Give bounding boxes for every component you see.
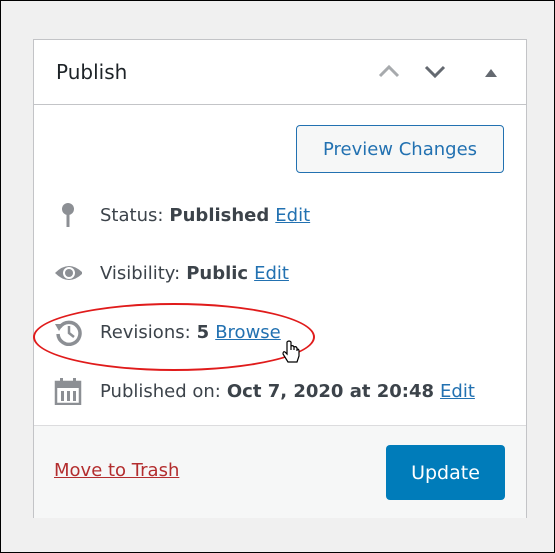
edit-visibility-link[interactable]: Edit [254, 263, 289, 284]
toggle-panel-button[interactable] [477, 58, 505, 86]
preview-changes-button[interactable]: Preview Changes [296, 125, 504, 173]
edit-date-link[interactable]: Edit [440, 381, 475, 402]
status-label: Status: [100, 204, 164, 226]
update-button[interactable]: Update [386, 445, 505, 500]
move-up-button[interactable] [375, 58, 403, 86]
published-on-label: Published on: [100, 380, 221, 402]
publish-metabox: Publish Preview Changes Status: Publishe… [33, 39, 527, 518]
move-to-trash-link[interactable]: Move to Trash [54, 460, 179, 481]
metabox-title: Publish [56, 60, 128, 84]
metabox-footer: Move to Trash Update [34, 425, 526, 518]
visibility-row: Visibility: Public Edit [54, 258, 289, 288]
chevron-down-icon [424, 65, 446, 79]
status-row: Status: Published Edit [54, 200, 310, 230]
move-down-button[interactable] [421, 58, 449, 86]
hand-cursor-icon [282, 340, 300, 363]
visibility-value: Public [186, 262, 249, 284]
annotation-ellipse [33, 303, 315, 371]
published-on-value: Oct 7, 2020 at 20:48 [226, 380, 435, 402]
status-value: Published [169, 204, 270, 226]
edit-status-link[interactable]: Edit [275, 205, 310, 226]
triangle-up-icon [485, 69, 497, 77]
calendar-icon [54, 377, 82, 405]
published-on-row: Published on: Oct 7, 2020 at 20:48 Edit [54, 376, 475, 406]
visibility-label: Visibility: [100, 262, 181, 284]
metabox-header: Publish [34, 40, 526, 105]
pin-icon [54, 201, 82, 229]
chevron-up-icon [378, 64, 400, 78]
eye-icon [54, 259, 82, 287]
